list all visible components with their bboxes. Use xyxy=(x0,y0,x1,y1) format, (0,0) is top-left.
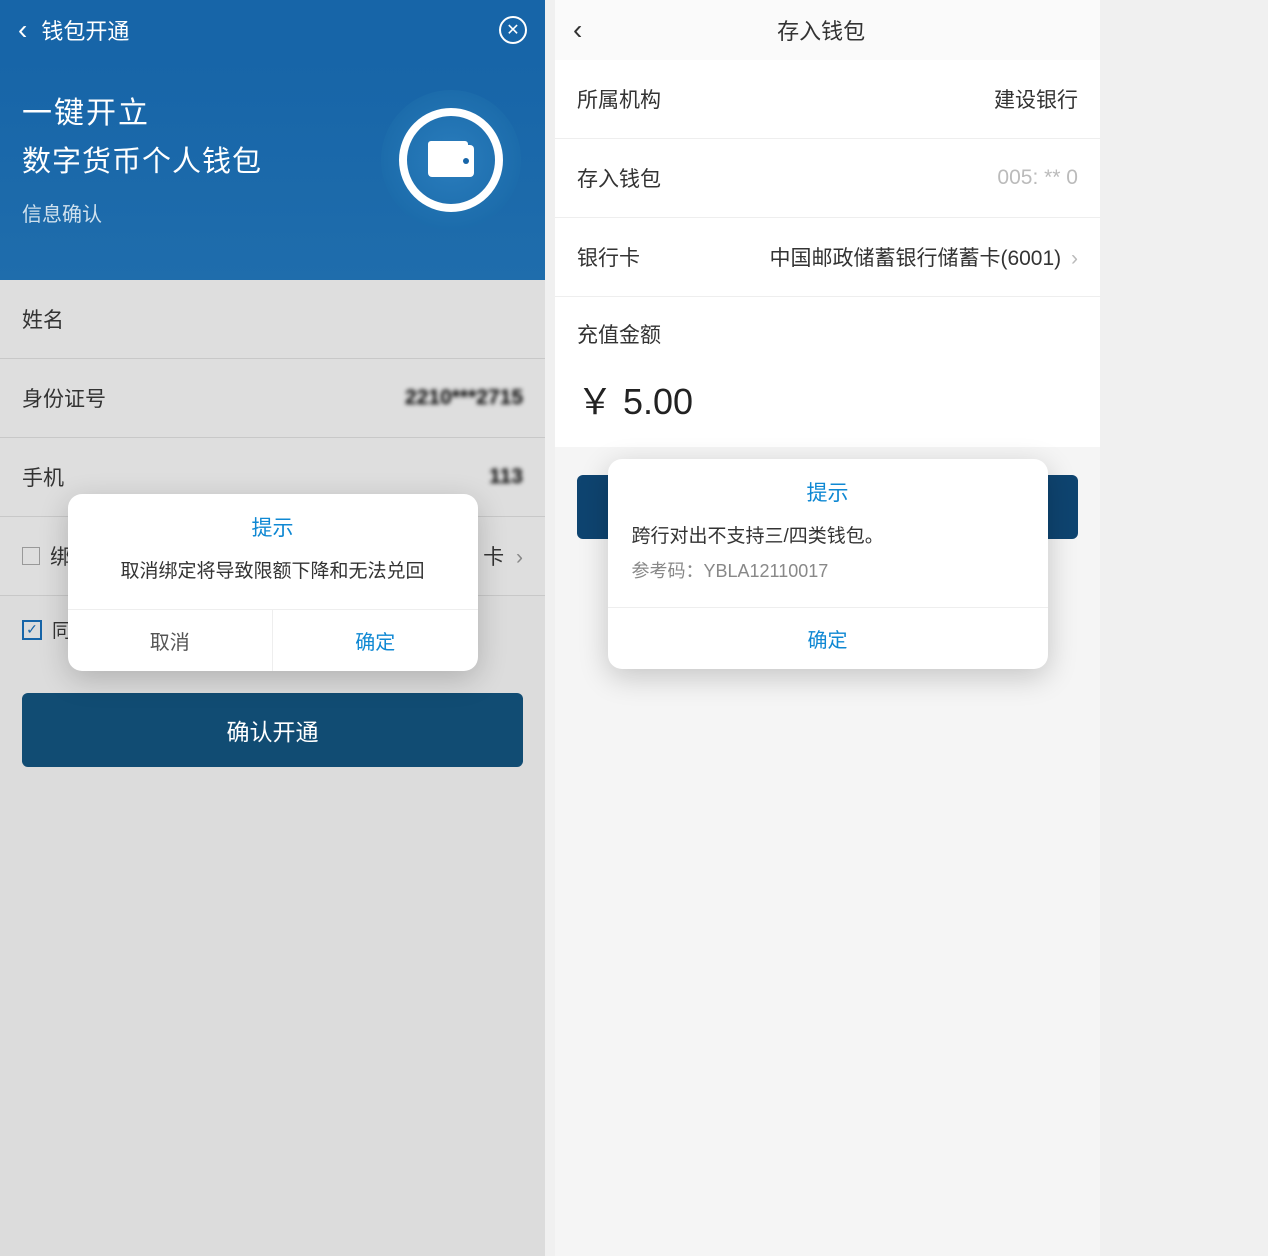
dialog-confirm: 提示 取消绑定将导致限额下降和无法兑回 取消 确定 xyxy=(68,494,478,671)
row-value: 005: ** 0 xyxy=(997,166,1078,190)
dialog-actions: 确定 xyxy=(608,607,1048,669)
row-wallet[interactable]: 存入钱包 005: ** 0 xyxy=(555,139,1100,218)
screen-wallet-open: ‹ 钱包开通 ✕ 一键开立 数字货币个人钱包 信息确认 姓名 身份证号 2210… xyxy=(0,0,545,1256)
field-name[interactable]: 姓名 xyxy=(0,280,545,359)
hero: 一键开立 数字货币个人钱包 信息确认 xyxy=(0,60,545,280)
dialog-body: 取消绑定将导致限额下降和无法兑回 xyxy=(68,552,478,609)
field-label: 手机 xyxy=(22,462,64,492)
field-value: 113 xyxy=(489,465,523,489)
back-icon[interactable]: ‹ xyxy=(18,14,27,46)
chevron-right-icon: › xyxy=(1071,247,1078,270)
dialog-message: 跨行对出不支持三/四类钱包。 xyxy=(632,523,1024,552)
row-value: 建设银行 xyxy=(994,84,1078,114)
header-title: 钱包开通 xyxy=(41,14,499,46)
header: ‹ 存入钱包 xyxy=(555,0,1100,60)
wallet-icon xyxy=(381,90,521,230)
checkbox-checked-icon[interactable]: ✓ xyxy=(22,620,42,640)
dialog-ok-button[interactable]: 确定 xyxy=(273,610,478,671)
field-label: 姓名 xyxy=(22,304,64,334)
row-org: 所属机构 建设银行 xyxy=(555,60,1100,139)
confirm-open-button[interactable]: 确认开通 xyxy=(22,693,523,767)
header: ‹ 钱包开通 ✕ xyxy=(0,0,545,60)
dialog-title: 提示 xyxy=(68,494,478,552)
row-label: 存入钱包 xyxy=(577,163,661,193)
row-card[interactable]: 银行卡 中国邮政储蓄银行储蓄卡(6001) › xyxy=(555,218,1100,297)
close-icon[interactable]: ✕ xyxy=(499,16,527,44)
row-label: 银行卡 xyxy=(577,242,640,272)
dialog-body: 跨行对出不支持三/四类钱包。 参考码：YBLA12110017 xyxy=(608,517,1048,607)
dialog-refcode: 参考码：YBLA12110017 xyxy=(632,558,1024,585)
field-value: 2210***2715 xyxy=(405,386,523,410)
dialog-cancel-button[interactable]: 取消 xyxy=(68,610,274,671)
row-value: 中国邮政储蓄银行储蓄卡(6001) xyxy=(769,247,1061,270)
row-label: 所属机构 xyxy=(577,84,661,114)
field-suffix: 卡 xyxy=(483,546,504,569)
back-icon[interactable]: ‹ xyxy=(573,14,582,46)
screen-deposit: ‹ 存入钱包 所属机构 建设银行 存入钱包 005: ** 0 银行卡 中国邮政… xyxy=(555,0,1100,1256)
field-id[interactable]: 身份证号 2210***2715 xyxy=(0,359,545,438)
header-title: 存入钱包 xyxy=(596,14,1046,46)
amount-section: 充值金额 ￥ 5.00 xyxy=(555,297,1100,447)
amount-value[interactable]: ￥ 5.00 xyxy=(577,373,1078,425)
dialog-title: 提示 xyxy=(608,459,1048,517)
checkbox-icon[interactable] xyxy=(22,547,40,565)
chevron-right-icon: › xyxy=(516,546,523,569)
dialog-ok-button[interactable]: 确定 xyxy=(608,608,1048,669)
dialog-error: 提示 跨行对出不支持三/四类钱包。 参考码：YBLA12110017 确定 xyxy=(608,459,1048,669)
dialog-actions: 取消 确定 xyxy=(68,609,478,671)
amount-label: 充值金额 xyxy=(577,319,1078,349)
field-label: 身份证号 xyxy=(22,383,106,413)
